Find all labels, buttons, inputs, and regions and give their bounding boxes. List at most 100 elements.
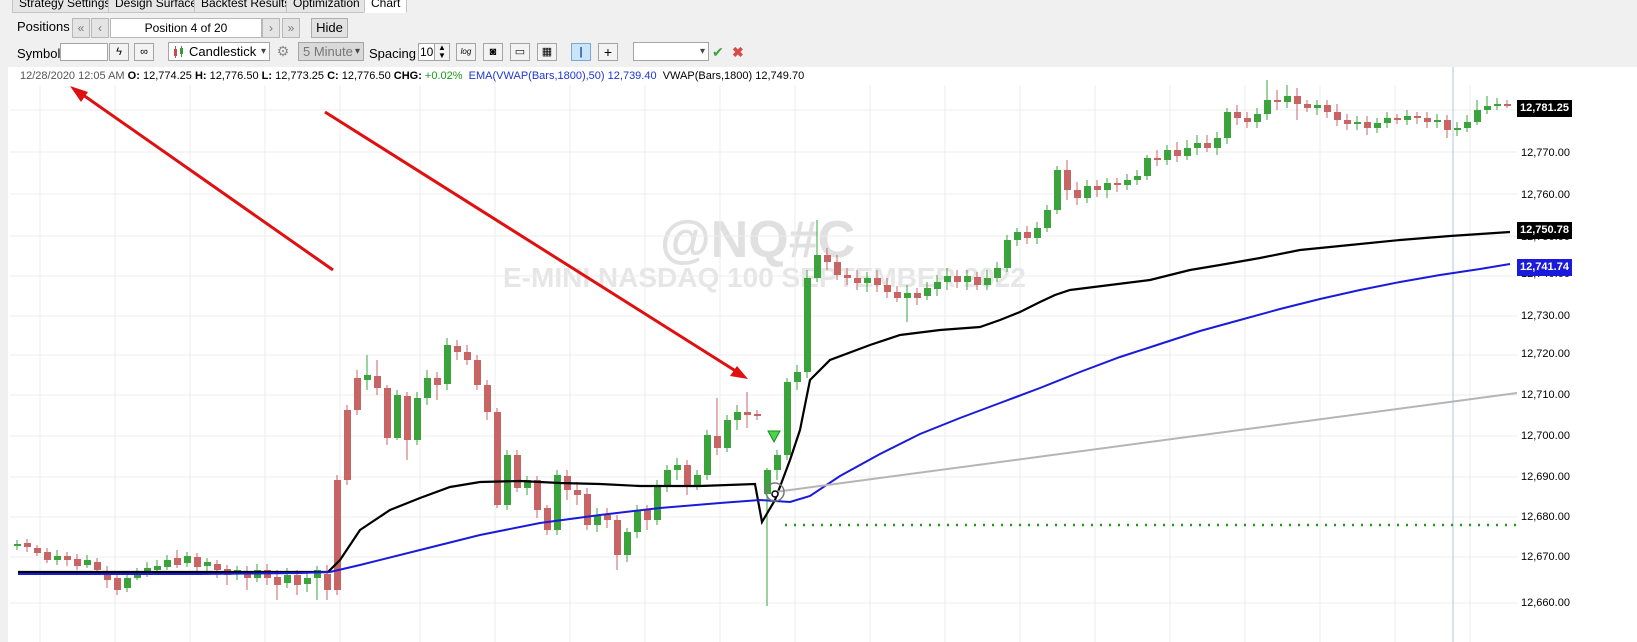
axis-tick: 12,700.00 (1521, 430, 1570, 442)
open-label: O: (127, 70, 140, 82)
high-label: H: (194, 70, 207, 82)
candle-body (1014, 232, 1021, 240)
candle-body (374, 376, 381, 388)
candle-body (44, 552, 51, 560)
candle-body (124, 578, 131, 588)
candle-body (574, 490, 581, 495)
candle-body (624, 532, 631, 555)
candle-body (164, 560, 171, 567)
candle-body (1494, 104, 1501, 106)
candle-body (534, 480, 541, 510)
candle-body (454, 346, 461, 352)
candle-body (794, 372, 801, 382)
candle-body (64, 556, 71, 560)
vwap-price-label: 12,750.78 (1517, 222, 1572, 239)
candle-body (34, 548, 41, 553)
candle-body (1264, 100, 1271, 114)
close-value: 12,776.50 (341, 70, 391, 82)
candle-body (1384, 118, 1391, 123)
candle-body (1374, 123, 1381, 128)
candle-body (654, 485, 661, 520)
annotation-arrow (324, 110, 743, 377)
candle-body (984, 278, 991, 285)
candle-body (1404, 116, 1411, 120)
candle-body (474, 360, 481, 385)
open-value: 12,774.25 (142, 70, 192, 82)
candle-body (114, 578, 121, 590)
candle-body (644, 510, 651, 520)
vwap-value: 12,749.70 (755, 70, 805, 82)
candle-body (494, 412, 501, 505)
candle-body (154, 566, 161, 570)
candle-body (394, 395, 401, 438)
candle-body (724, 420, 731, 448)
axis-tick: 12,680.00 (1521, 511, 1570, 523)
candle-body (304, 578, 311, 584)
candle-body (874, 278, 881, 285)
chg-label: CHG: (393, 70, 422, 82)
candle-body (1464, 122, 1471, 128)
candle-body (824, 255, 831, 262)
candle-body (854, 278, 861, 283)
candle-body (924, 288, 931, 296)
candle-body (814, 255, 821, 278)
axis-tick: 12,720.00 (1521, 348, 1570, 360)
candle-body (284, 575, 291, 583)
candle-body (1124, 180, 1131, 185)
last-price-label: 12,781.25 (1517, 100, 1572, 117)
candle-body (54, 556, 61, 560)
candle-body (1294, 96, 1301, 104)
candle-body (1204, 143, 1211, 148)
candle-body (1394, 118, 1401, 120)
ema-line (18, 263, 1511, 575)
candle-body (94, 562, 101, 570)
candle-body (764, 470, 771, 494)
candle-body (904, 293, 911, 298)
candle-body (864, 278, 871, 283)
candle-body (1144, 158, 1151, 176)
candle-body (214, 564, 221, 570)
candle-body (1474, 110, 1481, 122)
candle-body (914, 293, 921, 298)
candle-body (334, 480, 341, 590)
candle-body (584, 494, 591, 525)
candle-body (1244, 118, 1251, 122)
axis-tick: 12,710.00 (1521, 389, 1570, 401)
candle-body (674, 465, 681, 470)
candle-body (184, 556, 191, 563)
candle-body (514, 455, 521, 488)
axis-tick: 12,690.00 (1521, 471, 1570, 483)
candle-body (424, 378, 431, 398)
candle-body (1304, 104, 1311, 108)
candle-body (754, 414, 761, 416)
candle-body (704, 435, 711, 475)
candle-body (344, 410, 351, 480)
candle-body (934, 282, 941, 289)
axis-tick: 12,730.00 (1521, 310, 1570, 322)
candle-body (1324, 105, 1331, 112)
entry-dot (771, 490, 779, 498)
candle-body (784, 382, 791, 455)
axis-tick: 12,670.00 (1521, 551, 1570, 563)
ohlc-info-bar: 12/28/2020 12:05 AM O: 12,774.25 H: 12,7… (20, 70, 804, 82)
candle-body (414, 398, 421, 440)
candle-body (1184, 148, 1191, 156)
candle-body (1434, 120, 1441, 122)
candle-body (1484, 106, 1491, 110)
candle-body (404, 396, 411, 440)
candle-body (844, 275, 851, 278)
candle-body (1234, 112, 1241, 118)
chg-value: +0.02% (424, 70, 463, 82)
candle-body (444, 345, 451, 384)
candle-body (994, 268, 1001, 278)
candle-body (1164, 150, 1171, 160)
candle-body (1354, 122, 1361, 124)
candle-body (464, 352, 471, 360)
candle-body (384, 388, 391, 438)
candle-body (24, 543, 31, 547)
candle-body (1074, 190, 1081, 198)
ema-price-label: 12,741.74 (1517, 259, 1572, 276)
candle-body (684, 465, 691, 485)
ema-label: EMA(VWAP(Bars,1800),50) (468, 70, 605, 82)
candle-body (694, 475, 701, 485)
